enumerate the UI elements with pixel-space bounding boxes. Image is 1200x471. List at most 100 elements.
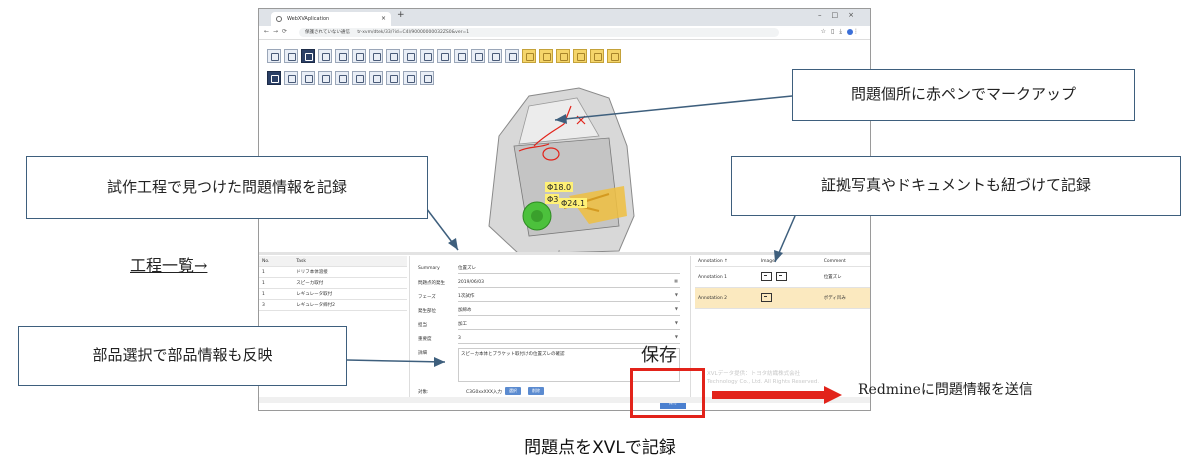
dimension-label-2: Φ3 xyxy=(547,195,558,204)
sphere-icon[interactable] xyxy=(437,49,451,63)
home-icon[interactable] xyxy=(267,49,281,63)
fit-icon[interactable] xyxy=(352,49,366,63)
table-row[interactable]: 1 レギュレータ取付 xyxy=(259,288,407,300)
pen-icon[interactable] xyxy=(267,71,281,85)
column-header: Comment xyxy=(820,256,870,267)
column-header: Image xyxy=(757,256,821,267)
comment-icon[interactable] xyxy=(420,71,434,85)
window-controls[interactable]: –□× xyxy=(818,11,864,19)
tree-icon[interactable] xyxy=(369,71,383,85)
target-icon[interactable] xyxy=(318,71,332,85)
column-header: No. xyxy=(259,256,294,267)
annotation-name: Annotation 2 xyxy=(695,287,758,309)
pane-splitter[interactable]: ⌃ xyxy=(259,250,870,256)
annotation-comment: 位置ズレ xyxy=(820,266,870,288)
task-name: レギュレータ締付2 xyxy=(293,299,407,311)
annotation-table-header: Annotation ↑ Image Comment xyxy=(695,256,870,267)
zoom-icon[interactable] xyxy=(318,49,332,63)
select-part-button[interactable]: 選択 xyxy=(505,387,521,395)
view-side-icon[interactable] xyxy=(403,49,417,63)
summary-row: Summary 位置ズレ xyxy=(418,264,680,274)
dimension-label-3: Φ24.1 xyxy=(561,199,585,208)
callout-evidence: 証拠写真やドキュメントも紐づけて記録 xyxy=(731,156,1181,216)
owner-select[interactable]: 加工 xyxy=(458,320,680,330)
task-table: No. Task 1 ドリフ本体溶接 1 スピーカ取付 1 レギュレータ取付 3… xyxy=(259,256,407,311)
close-tab-icon[interactable]: × xyxy=(381,12,386,26)
nav-buttons[interactable]: ←→⟳ xyxy=(264,28,291,35)
field-label: 対象: xyxy=(418,390,429,395)
frame-icon[interactable] xyxy=(335,71,349,85)
callout-parts: 部品選択で部品情報も反映 xyxy=(18,326,347,386)
table-row[interactable]: 1 ドリフ本体溶接 xyxy=(259,266,407,278)
save-highlight-box xyxy=(630,368,705,418)
photo-icon[interactable] xyxy=(760,271,772,281)
rotate-icon[interactable] xyxy=(301,49,315,63)
figure-caption: 問題点をXVLで記録 xyxy=(524,438,676,458)
task-no: 1 xyxy=(259,277,294,289)
calendar-icon[interactable]: ▦ xyxy=(674,278,678,283)
pan-icon[interactable] xyxy=(284,49,298,63)
date-field[interactable]: 2019/06/03 xyxy=(458,278,680,288)
panel-icon[interactable] xyxy=(505,49,519,63)
table-row[interactable]: Annotation 1 位置ズレ xyxy=(695,266,870,288)
delete-part-button[interactable]: 削除 xyxy=(528,387,544,395)
owner-row: 担当 加工 ▼ xyxy=(418,320,680,330)
layer-icon[interactable] xyxy=(488,49,502,63)
zoom-box-icon[interactable] xyxy=(335,49,349,63)
view-cube-1-icon[interactable] xyxy=(522,49,536,63)
chevron-down-icon[interactable]: ▼ xyxy=(675,334,678,339)
table-row[interactable]: 1 スピーカ取付 xyxy=(259,277,407,289)
view-cube-5-icon[interactable] xyxy=(590,49,604,63)
watermark-line-2: Technology Co., Ltd. All Rights Reserved… xyxy=(707,379,820,385)
profile-icon[interactable] xyxy=(847,28,853,35)
task-no: 1 xyxy=(259,288,294,300)
lasso-icon[interactable] xyxy=(301,71,315,85)
task-name: スピーカ取付 xyxy=(293,277,407,289)
view-front-icon[interactable] xyxy=(386,49,400,63)
title-bar: WebXVAplication × + –□× xyxy=(259,9,870,26)
field-label: 発生部位 xyxy=(418,309,436,314)
annotation-name: Annotation 1 xyxy=(695,266,758,288)
field-label: 重要度 xyxy=(418,337,432,342)
eraser-icon[interactable] xyxy=(284,71,298,85)
url-field[interactable]: 保護されていない通信 tr-xvm/dtek/33/?id=C4I/900000… xyxy=(299,28,779,37)
field-label: 詳細 xyxy=(418,351,427,356)
table-row[interactable]: 3 レギュレータ締付2 xyxy=(259,299,407,311)
summary-field[interactable]: 位置ズレ xyxy=(458,264,680,274)
display-icon[interactable] xyxy=(352,71,366,85)
car-door-model[interactable]: Φ18.0 Φ3 Φ24.1 xyxy=(459,76,689,256)
red-arrow-icon xyxy=(712,386,842,404)
select-icon[interactable] xyxy=(369,49,383,63)
new-tab-icon[interactable]: + xyxy=(397,10,405,20)
field-label: フェーズ xyxy=(418,295,436,300)
binoculars-icon[interactable] xyxy=(403,71,417,85)
shading-icon[interactable] xyxy=(420,49,434,63)
photo-icon[interactable] xyxy=(760,292,772,302)
address-warning: 保護されていない通信 xyxy=(305,30,350,35)
view-cube-6-icon[interactable] xyxy=(607,49,621,63)
browser-tab[interactable]: WebXVAplication × xyxy=(271,12,391,26)
phase-select[interactable]: 1次試作 xyxy=(458,292,680,302)
task-table-header: No. Task xyxy=(259,256,407,267)
column-header: Task xyxy=(293,256,407,267)
section-icon[interactable] xyxy=(454,49,468,63)
column-header[interactable]: Annotation ↑ xyxy=(695,256,758,267)
dimension-label-1: Φ18.0 xyxy=(547,183,571,192)
view-cube-4-icon[interactable] xyxy=(573,49,587,63)
isolate-icon[interactable] xyxy=(471,49,485,63)
part-select[interactable]: 加締め xyxy=(458,306,680,316)
browser-actions[interactable]: ☆▯⤓ ⋮ xyxy=(821,28,864,36)
task-no: 1 xyxy=(259,266,294,278)
view-cube-2-icon[interactable] xyxy=(539,49,553,63)
redmine-label: Redmineに問題情報を送信 xyxy=(858,382,1033,398)
annotation-images xyxy=(757,266,821,288)
table-row[interactable]: Annotation 2 ボディ凹み xyxy=(695,287,870,309)
measure-icon[interactable] xyxy=(386,71,400,85)
chevron-down-icon[interactable]: ▼ xyxy=(675,320,678,325)
photo-icon[interactable] xyxy=(775,271,787,281)
date-row: 問題点的発生 2019/06/03 ▦ xyxy=(418,278,680,288)
chevron-down-icon[interactable]: ▼ xyxy=(675,292,678,297)
xvl-viewer[interactable]: Φ18.0 Φ3 Φ24.1 ⌃ xyxy=(259,40,870,256)
view-cube-3-icon[interactable] xyxy=(556,49,570,63)
chevron-down-icon[interactable]: ▼ xyxy=(675,306,678,311)
